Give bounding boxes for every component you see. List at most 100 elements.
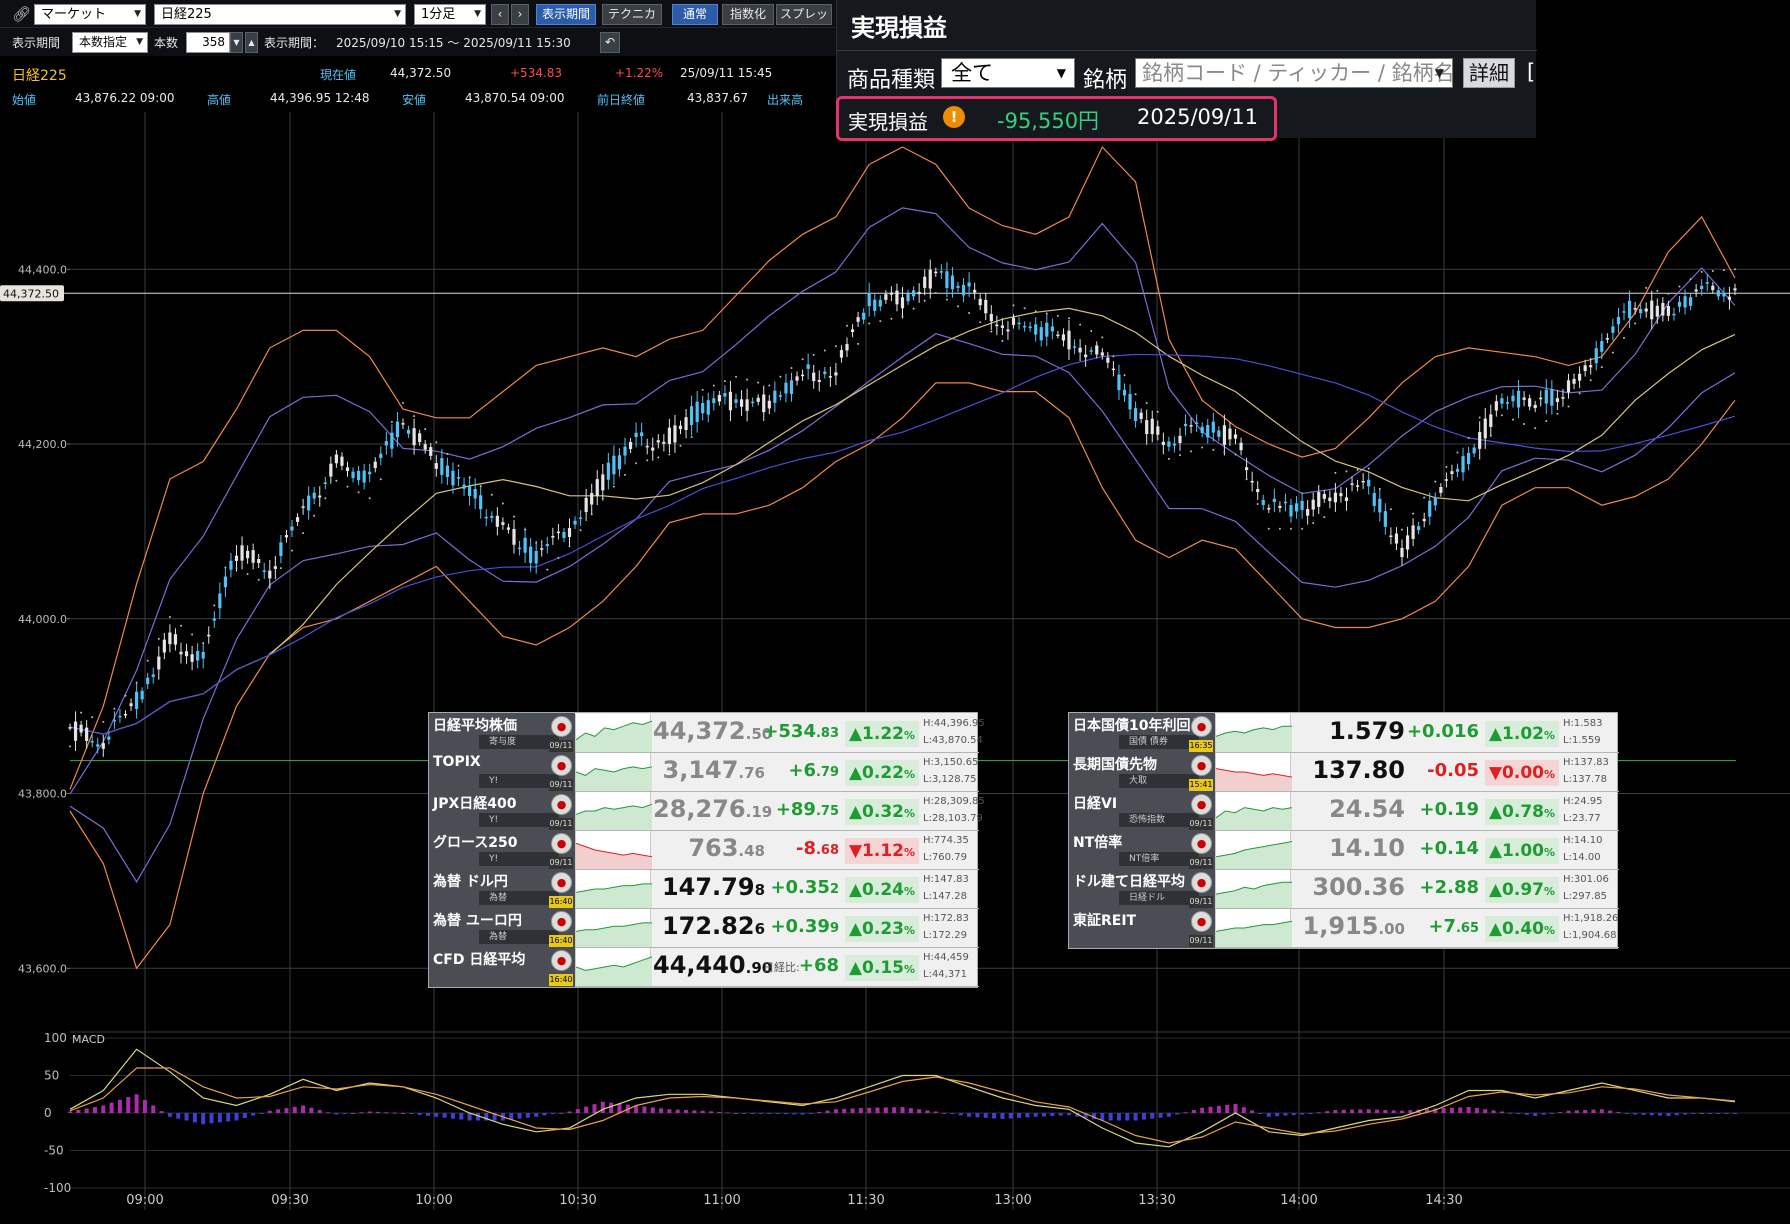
macd-hist-bar xyxy=(1633,1113,1638,1115)
reset-button[interactable]: ↶ xyxy=(600,32,620,53)
market-row[interactable]: CFD 日経平均 ● 16:40 44,440.90 +68 日経比: ▲0.15% H:44… xyxy=(429,947,979,987)
market-select[interactable]: マーケット ▼ xyxy=(34,4,146,25)
macd-hist-bar xyxy=(1216,1105,1221,1113)
change-pct: +1.22% xyxy=(615,66,664,80)
market-row-name-cell: NT倍率 NT倍率 ● 09/11 xyxy=(1069,830,1215,870)
market-row[interactable]: ドル建て日経平均 日経ドル ● 09/11 300.36 +2.88 ▲0.97% H:301… xyxy=(1069,869,1619,909)
candle-body xyxy=(995,324,999,327)
flag-icon: ● xyxy=(551,833,572,854)
market-name: 為替 ドル円 xyxy=(433,874,508,890)
market-change-pct: ▲0.40% xyxy=(1485,916,1559,942)
market-high: H:301.06 xyxy=(1563,874,1609,885)
display-period-button[interactable]: 表示期間 xyxy=(536,4,596,25)
price-chart[interactable]: 44,400.0 44,200.0 44,000.0 43,800.0 43,600.0… xyxy=(0,112,1790,1224)
candle-body xyxy=(412,428,416,446)
market-row[interactable]: 長期国債先物 大取 ● 15:41 137.80 -0.05 ▼0.00% H:137.83 L… xyxy=(1069,752,1619,792)
sar-dot xyxy=(868,322,871,325)
normal-button[interactable]: 通常 xyxy=(672,4,718,25)
market-change-dec: .75 xyxy=(815,804,839,819)
market-change-dec: 2 xyxy=(829,882,839,897)
sar-dot xyxy=(113,707,116,710)
macd-hist-bar xyxy=(808,1113,813,1114)
sar-dot xyxy=(768,384,771,387)
chevron-down-icon: ▼ xyxy=(134,9,141,19)
macd-hist-bar xyxy=(1266,1113,1271,1117)
market-pct-unit: % xyxy=(1544,729,1556,742)
sar-dot xyxy=(402,401,404,404)
count-up-button[interactable]: ▲ xyxy=(245,32,258,53)
market-pct-unit: % xyxy=(1544,807,1556,820)
candle-body xyxy=(1239,442,1243,451)
market-row[interactable]: 日経平均株価 寄与度 ● 09/11 44,372.50 +534.83 ▲1.22% H:4… xyxy=(429,713,985,753)
candle-body xyxy=(1400,547,1404,558)
detail-button[interactable]: 詳細 xyxy=(1463,58,1515,88)
link-icon[interactable]: 🔗︎ xyxy=(12,5,31,23)
candle-body xyxy=(484,516,488,519)
market-row[interactable]: 日経VI 恐怖指数 ● 09/11 24.54 +0.19 ▲0.78% H:24.95 L:2… xyxy=(1069,791,1619,831)
macd-y-tick: 100 xyxy=(44,1031,67,1045)
candle-body xyxy=(1539,397,1543,400)
symbol-select[interactable]: 日経225 ▼ xyxy=(154,4,406,25)
next-button[interactable]: › xyxy=(511,4,529,25)
interval-select[interactable]: 1分足 ▼ xyxy=(414,4,486,25)
quote-name: 日経225 xyxy=(12,68,67,84)
warning-icon[interactable]: ! xyxy=(943,106,965,128)
sar-dot xyxy=(923,299,926,302)
macd-hist-bar xyxy=(1358,1109,1363,1113)
prev-button[interactable]: ‹ xyxy=(491,4,509,25)
count-input[interactable]: 358 xyxy=(186,32,230,53)
sar-dot xyxy=(1456,451,1459,454)
count-down-button[interactable]: ▼ xyxy=(230,32,243,53)
spread-button[interactable]: スプレッド xyxy=(776,4,832,40)
candle-body xyxy=(1405,535,1410,550)
macd-hist-bar xyxy=(434,1113,439,1117)
product-select[interactable]: 全て ▼ xyxy=(941,58,1075,88)
sar-dot xyxy=(624,473,626,476)
symbol-search-input[interactable]: 銘柄コード / ティッカー / 銘柄名 ▼ xyxy=(1135,58,1453,88)
sparkline xyxy=(575,870,652,908)
market-price-dec: .00 xyxy=(1378,920,1405,938)
market-row[interactable]: NT倍率 NT倍率 ● 09/11 14.10 +0.14 ▲1.00% H:14.10 L:1… xyxy=(1069,830,1619,870)
candle-body xyxy=(1267,507,1271,510)
market-low: L:28,103.79 xyxy=(923,813,983,824)
macd-hist-bar xyxy=(684,1110,689,1113)
market-price-int: 44,372 xyxy=(653,717,746,745)
sar-dot xyxy=(1345,470,1348,473)
market-price-int: 137.80 xyxy=(1312,756,1405,784)
macd-hist-bar xyxy=(767,1113,772,1114)
macd-line xyxy=(69,1048,1736,1148)
chevron-down-icon: ▼ xyxy=(1056,66,1066,80)
candle-body xyxy=(884,294,888,300)
candle-body xyxy=(1489,414,1493,427)
macd-hist-bar xyxy=(817,1111,822,1113)
candle-body xyxy=(490,515,494,518)
market-row[interactable]: グロース250 Y! ● 09/11 763.48 -8.68 ▼1.12% H:774.35… xyxy=(429,830,979,870)
macd-hist-bar xyxy=(917,1109,922,1113)
market-row[interactable]: 為替 ドル円 為替 ● 16:40 147.798 +0.352 ▲0.24% H:147.8… xyxy=(429,869,979,909)
candle-body xyxy=(928,269,932,289)
macd-hist-bar xyxy=(226,1113,231,1122)
market-high: H:1.583 xyxy=(1563,718,1603,729)
market-row[interactable]: TOPIX Y! ● 09/11 3,147.76 +6.79 ▲0.22% H:3,150.… xyxy=(429,752,979,792)
market-row[interactable]: 為替 ユーロ円 為替 ● 16:40 172.826 +0.399 ▲0.23% H:172.… xyxy=(429,908,979,948)
market-row[interactable]: 東証REIT ● 09/11 1,915.00 +7.65 ▲0.40% H:1,918.2… xyxy=(1069,908,1619,948)
market-high: H:3,150.65 xyxy=(923,757,979,768)
market-price: 300.36 xyxy=(1293,873,1405,901)
technical-button[interactable]: テクニカル xyxy=(602,4,662,40)
candle-body xyxy=(90,741,94,743)
market-price-int: 3,147 xyxy=(662,756,739,784)
index-button[interactable]: 指数化 xyxy=(722,4,774,25)
market-row[interactable]: JPX日経400 Y! ● 09/11 28,276.19 +89.75 ▲0.32% H:2… xyxy=(429,791,985,831)
time-axis: 09:00 09:30 10:00 10:30 11:00 11:30 13:00 13:30… xyxy=(126,1193,1462,1208)
sar-dot xyxy=(1101,336,1104,339)
candle-body xyxy=(534,550,538,564)
candle-body xyxy=(462,484,466,489)
macd-hist-bar xyxy=(600,1101,605,1113)
market-row[interactable]: 日本国債10年利回り 国債 債券 ● 16:35 1.579 +0.016 ▲1.02% H:… xyxy=(1069,713,1619,753)
market-sub: 国債 債券 xyxy=(1119,735,1199,749)
macd-hist-bar xyxy=(825,1110,830,1113)
macd-hist-bar xyxy=(692,1110,697,1113)
period-mode-select[interactable]: 本数指定 ▼ xyxy=(72,32,148,53)
candle-body xyxy=(1272,498,1276,503)
sar-dot xyxy=(579,529,582,532)
